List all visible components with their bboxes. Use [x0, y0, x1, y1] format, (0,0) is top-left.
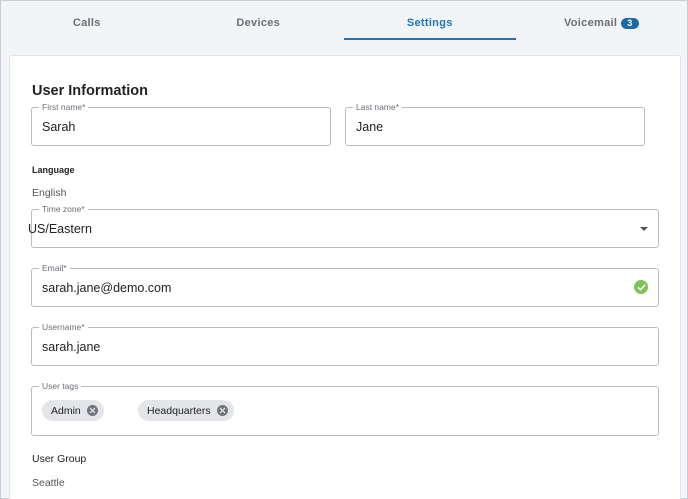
- chevron-down-icon[interactable]: [640, 227, 648, 231]
- section-title: User Information: [32, 83, 149, 99]
- language-heading: Language: [32, 165, 75, 175]
- tag-chip-headquarters[interactable]: Headquarters: [138, 400, 234, 421]
- remove-tag-icon[interactable]: [216, 405, 228, 416]
- tab-voicemail-label: Voicemail: [563, 17, 618, 29]
- first-name-field[interactable]: First name* Sarah: [31, 101, 331, 146]
- first-name-value: Sarah: [42, 120, 76, 134]
- tag-chip-admin[interactable]: Admin: [42, 400, 104, 421]
- user-group-value: Seattle: [32, 477, 65, 489]
- tab-calls-label: Calls: [72, 17, 101, 29]
- user-tags-label: User tags: [39, 380, 82, 392]
- tag-chip-label: Admin: [51, 404, 81, 417]
- time-zone-value: US/Eastern: [28, 222, 92, 236]
- email-value: sarah.jane@demo.com: [42, 281, 172, 295]
- language-value: English: [32, 187, 67, 199]
- user-group-heading: User Group: [32, 453, 87, 465]
- tab-devices[interactable]: Devices: [173, 1, 345, 45]
- last-name-field[interactable]: Last name* Jane: [345, 101, 645, 146]
- email-label: Email*: [39, 262, 70, 274]
- last-name-value: Jane: [356, 120, 384, 134]
- tab-bar: Calls Devices Settings Voicemail 3: [1, 1, 687, 45]
- tab-devices-label: Devices: [236, 17, 281, 29]
- last-name-label: Last name*: [353, 101, 402, 113]
- first-name-label: First name*: [39, 101, 89, 113]
- email-field[interactable]: Email* sarah.jane@demo.com: [31, 262, 659, 307]
- username-value: sarah.jane: [42, 340, 101, 354]
- remove-tag-icon[interactable]: [86, 405, 98, 416]
- username-label: Username*: [39, 321, 88, 333]
- user-information-card: User Information First name* Sarah Last …: [9, 55, 681, 499]
- username-field[interactable]: Username* sarah.jane: [31, 321, 659, 366]
- tab-settings-label: Settings: [406, 17, 453, 29]
- tab-voicemail[interactable]: Voicemail 3: [516, 1, 688, 45]
- tab-settings[interactable]: Settings: [344, 1, 516, 45]
- tag-chip-label: Headquarters: [147, 404, 211, 417]
- time-zone-label: Time zone*: [39, 203, 88, 215]
- time-zone-select[interactable]: Time zone* US/Eastern: [28, 203, 659, 248]
- tab-calls[interactable]: Calls: [1, 1, 173, 45]
- check-circle-icon: [634, 280, 648, 294]
- voicemail-count-badge: 3: [621, 17, 639, 29]
- user-tags-field[interactable]: User tags Admin Headquarters: [31, 380, 659, 436]
